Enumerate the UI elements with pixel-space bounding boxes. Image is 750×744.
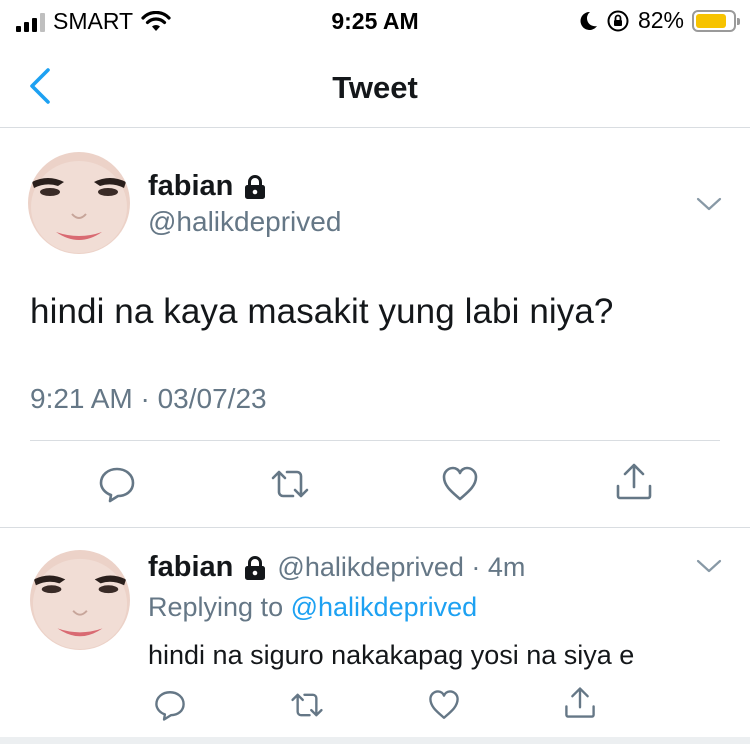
battery-percent: 82% [637,7,684,33]
reply-icon[interactable] [153,688,187,722]
retweet-icon[interactable] [270,464,310,504]
reply-header: fabian @halikdeprived · 4m [148,551,525,584]
chevron-down-icon[interactable] [696,196,722,212]
lock-icon [245,555,266,580]
battery-icon [692,9,740,32]
handle[interactable]: @halikdeprived [148,206,341,238]
reply-handle-time[interactable]: @halikdeprived · 4m [277,552,525,583]
bottom-edge [0,737,750,744]
retweet-icon[interactable] [290,688,324,722]
divider [30,440,720,441]
rotation-lock-icon [607,10,629,31]
lock-icon [245,174,266,199]
share-icon[interactable] [614,462,654,502]
replying-label: Replying to [148,592,284,622]
divider [0,527,750,528]
display-name[interactable]: fabian [148,170,233,203]
replying-to: Replying to @halikdeprived [148,592,477,623]
nav-bar: Tweet [0,48,750,128]
tweet-text: hindi na kaya masakit yung labi niya? [30,292,614,331]
author-name-row: fabian [148,170,267,203]
status-bar: SMART 9:25 AM 82% [0,0,750,40]
status-right: 82% [578,7,740,34]
reply-icon[interactable] [97,464,137,504]
page-title: Tweet [332,70,418,105]
battery-fill [696,13,726,28]
moon-icon [580,11,597,30]
chevron-down-icon[interactable] [696,558,722,574]
reply-display-name[interactable]: fabian [148,551,233,584]
reply-avatar[interactable] [30,550,130,650]
replying-to-link[interactable]: @halikdeprived [291,592,478,622]
share-icon[interactable] [563,686,597,720]
tweet-timestamp[interactable]: 9:21 AM · 03/07/23 [30,383,267,415]
like-icon[interactable] [440,464,480,504]
reply-text: hindi na siguro nakakapag yosi na siya e [148,640,635,670]
avatar[interactable] [28,152,130,254]
like-icon[interactable] [427,688,461,722]
